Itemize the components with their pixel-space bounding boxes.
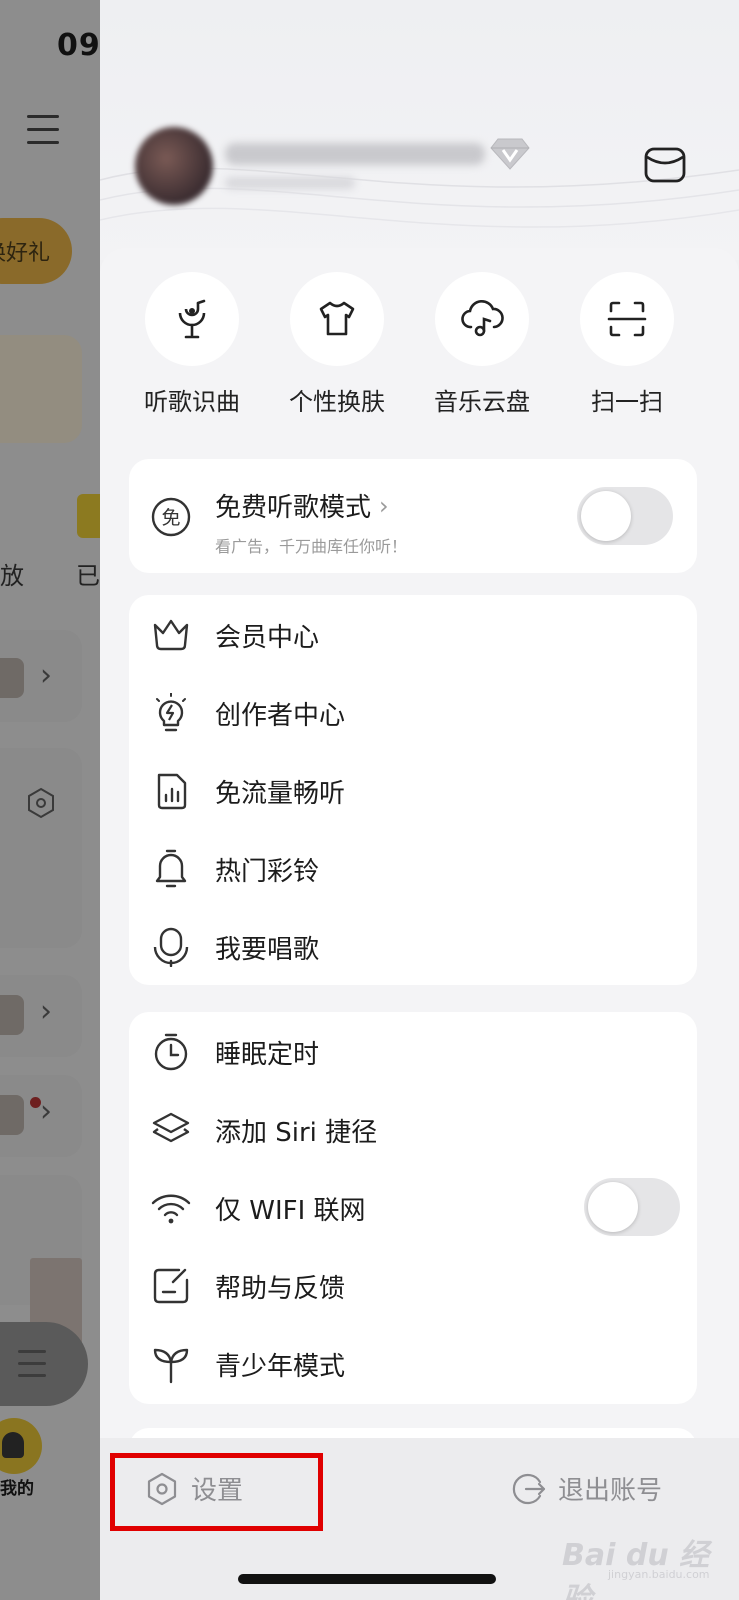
- free-mode-title[interactable]: 免费听歌模式 ›: [215, 487, 389, 524]
- logout-icon: [512, 1473, 546, 1504]
- avatar: [0, 1095, 24, 1135]
- quick-action-cloud[interactable]: 音乐云盘: [427, 272, 537, 417]
- menu-item-sleep-timer[interactable]: 睡眠定时: [129, 1012, 697, 1090]
- user-subtitle-blurred: [225, 177, 355, 189]
- menu-item-vip-center[interactable]: 会员中心: [129, 595, 697, 673]
- menu-item-label: 添加 Siri 捷径: [215, 1118, 378, 1148]
- lightbulb-icon: [156, 693, 186, 732]
- free-mode-card[interactable]: 免 免费听歌模式 › 看广告，千万曲库任你听！: [129, 459, 697, 573]
- menu-item-teen-mode[interactable]: 青少年模式: [129, 1324, 697, 1402]
- mail-icon[interactable]: [644, 147, 686, 183]
- vip-diamond-icon[interactable]: [490, 137, 530, 171]
- chevron-right-icon: ›: [40, 994, 52, 1029]
- tshirt-icon: [290, 272, 384, 366]
- hexagon-icon: [28, 787, 54, 819]
- music-recognition-icon: [145, 272, 239, 366]
- logout-button[interactable]: 退出账号: [512, 1470, 662, 1507]
- microphone-icon: [153, 927, 189, 967]
- free-mode-toggle[interactable]: [577, 487, 673, 545]
- quick-action-label: 扫一扫: [591, 388, 663, 416]
- menu-item-label: 热门彩铃: [215, 857, 320, 887]
- sprout-icon: [153, 1348, 189, 1384]
- user-avatar[interactable]: [135, 127, 213, 205]
- timer-icon: [154, 1033, 188, 1071]
- free-mode-subtitle: 看广告，千万曲库任你听！: [215, 537, 408, 556]
- logout-label: 退出账号: [558, 1476, 663, 1506]
- menu-item-label: 帮助与反馈: [215, 1274, 346, 1304]
- home-indicator[interactable]: [238, 1574, 496, 1584]
- banner-card[interactable]: [0, 335, 82, 443]
- menu-item-creator-center[interactable]: 创作者中心: [129, 673, 697, 751]
- gift-button[interactable]: 换好礼: [0, 218, 72, 284]
- menu-item-help-feedback[interactable]: 帮助与反馈: [129, 1246, 697, 1324]
- menu-item-sing[interactable]: 我要唱歌: [129, 907, 697, 985]
- profile-tab-icon[interactable]: [0, 1418, 42, 1474]
- menu-item-label: 创作者中心: [215, 701, 346, 731]
- quick-action-music-recognition[interactable]: 听歌识曲: [137, 272, 247, 417]
- user-name-blurred[interactable]: [225, 143, 485, 165]
- quick-action-scan[interactable]: 扫一扫: [572, 272, 682, 417]
- side-drawer: 听歌识曲 个性换肤 音乐云盘 扫一扫 免 免费听歌模式 › 看广告，千万曲库任你…: [100, 0, 739, 1600]
- quick-action-label: 音乐云盘: [434, 388, 530, 416]
- watermark: Bai du 经验: [562, 1538, 710, 1600]
- avatar: [0, 995, 24, 1035]
- menu-item-ringtones[interactable]: 热门彩铃: [129, 829, 697, 907]
- settings-highlight-box: [110, 1453, 323, 1531]
- watermark-url: jingyan.baidu.com: [608, 1568, 710, 1581]
- menu-group-services: 会员中心 创作者中心 免流量畅听 热门彩铃 我要唱歌: [129, 595, 697, 985]
- menu-item-wifi-only[interactable]: 仅 WIFI 联网: [129, 1168, 697, 1246]
- menu-item-siri-shortcut[interactable]: 添加 Siri 捷径: [129, 1090, 697, 1168]
- menu-item-label: 青少年模式: [215, 1352, 346, 1382]
- menu-item-label: 睡眠定时: [215, 1040, 320, 1070]
- check-badge-icon: [77, 494, 100, 538]
- quick-action-label: 听歌识曲: [144, 388, 240, 416]
- svg-text:免: 免: [161, 507, 180, 529]
- chevron-right-icon: ›: [40, 1094, 52, 1129]
- profile-header: [100, 0, 739, 260]
- bell-icon: [155, 849, 187, 888]
- hamburger-menu-icon[interactable]: [27, 115, 59, 154]
- gift-label: 换好礼: [0, 241, 50, 266]
- background-screen: 换好礼 放 已 › › › 我的: [0, 0, 100, 1600]
- quick-action-skin[interactable]: 个性换肤: [282, 272, 392, 417]
- layers-icon: [152, 1112, 190, 1143]
- avatar: [0, 658, 24, 698]
- quick-action-label: 个性换肤: [289, 388, 385, 416]
- menu-item-free-data[interactable]: 免流量畅听: [129, 751, 697, 829]
- crown-icon: [153, 619, 189, 651]
- menu-item-label: 免流量畅听: [215, 779, 346, 809]
- scan-icon: [580, 272, 674, 366]
- list-item[interactable]: [0, 748, 82, 948]
- bg-text-right: 已: [76, 562, 100, 590]
- chevron-right-icon: ›: [40, 658, 52, 693]
- wifi-icon: [151, 1194, 191, 1224]
- free-mode-title-text: 免费听歌模式: [215, 493, 372, 523]
- menu-item-label: 会员中心: [215, 623, 320, 653]
- sim-card-icon: [157, 773, 187, 810]
- free-mode-icon: 免: [151, 497, 191, 537]
- menu-item-label: 仅 WIFI 联网: [215, 1196, 366, 1226]
- cloud-music-icon: [435, 272, 529, 366]
- menu-item-label: 我要唱歌: [215, 935, 320, 965]
- playlist-fab[interactable]: [0, 1322, 88, 1406]
- bg-text-left: 放: [0, 562, 24, 590]
- feedback-icon: [153, 1268, 189, 1304]
- menu-group-tools: 睡眠定时 添加 Siri 捷径 仅 WIFI 联网 帮助与反馈 青少年模式: [129, 1012, 697, 1404]
- tab-mine[interactable]: 我的: [0, 1474, 34, 1499]
- chevron-right-icon: ›: [379, 491, 389, 520]
- wifi-only-toggle[interactable]: [584, 1178, 680, 1236]
